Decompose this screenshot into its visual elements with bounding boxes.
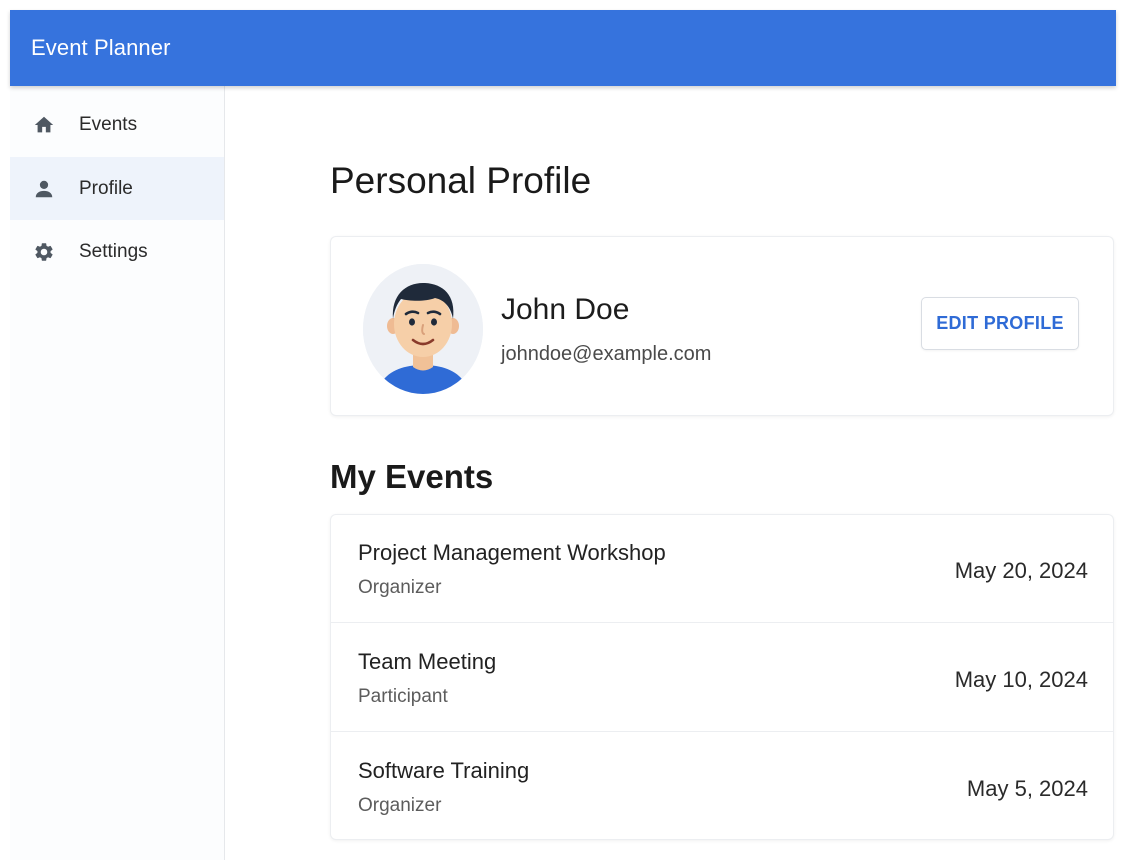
edit-profile-button[interactable]: EDIT PROFILE <box>921 297 1079 350</box>
events-list: Project Management Workshop Organizer Ma… <box>330 514 1114 840</box>
sidebar-item-label: Settings <box>79 240 148 262</box>
sidebar: Events Profile Settings <box>10 86 225 860</box>
app-root: Event Planner Events Profile Settings Pe… <box>0 0 1122 860</box>
sidebar-item-events[interactable]: Events <box>10 93 224 156</box>
app-bar: Event Planner <box>10 10 1116 86</box>
event-date: May 5, 2024 <box>966 776 1088 801</box>
my-events-title: My Events <box>330 458 494 495</box>
sidebar-item-profile[interactable]: Profile <box>10 157 224 220</box>
sidebar-item-label: Profile <box>79 177 133 199</box>
home-icon <box>33 114 55 136</box>
event-name: Team Meeting <box>358 649 497 674</box>
event-name: Software Training <box>358 758 530 783</box>
event-date: May 10, 2024 <box>954 667 1088 692</box>
app-title: Event Planner <box>31 35 171 60</box>
event-role: Organizer <box>358 577 442 598</box>
avatar <box>363 264 483 394</box>
profile-email: johndoe@example.com <box>501 343 712 365</box>
person-icon <box>33 178 55 200</box>
profile-name: John Doe <box>501 293 630 326</box>
event-date: May 20, 2024 <box>954 558 1088 583</box>
event-row[interactable]: Software Training Organizer May 5, 2024 <box>331 733 1113 839</box>
profile-card: John Doe johndoe@example.com EDIT PROFIL… <box>330 236 1114 416</box>
sidebar-item-settings[interactable]: Settings <box>10 220 224 283</box>
event-role: Participant <box>358 686 448 707</box>
main-content: Personal Profile John Doe johndoe@exampl… <box>226 86 1122 860</box>
event-row[interactable]: Team Meeting Participant May 10, 2024 <box>331 624 1113 732</box>
event-name: Project Management Workshop <box>358 540 666 565</box>
page-title: Personal Profile <box>330 160 592 201</box>
event-role: Organizer <box>358 795 442 816</box>
gear-icon <box>33 241 55 263</box>
event-row[interactable]: Project Management Workshop Organizer Ma… <box>331 515 1113 623</box>
sidebar-item-label: Events <box>79 113 138 135</box>
